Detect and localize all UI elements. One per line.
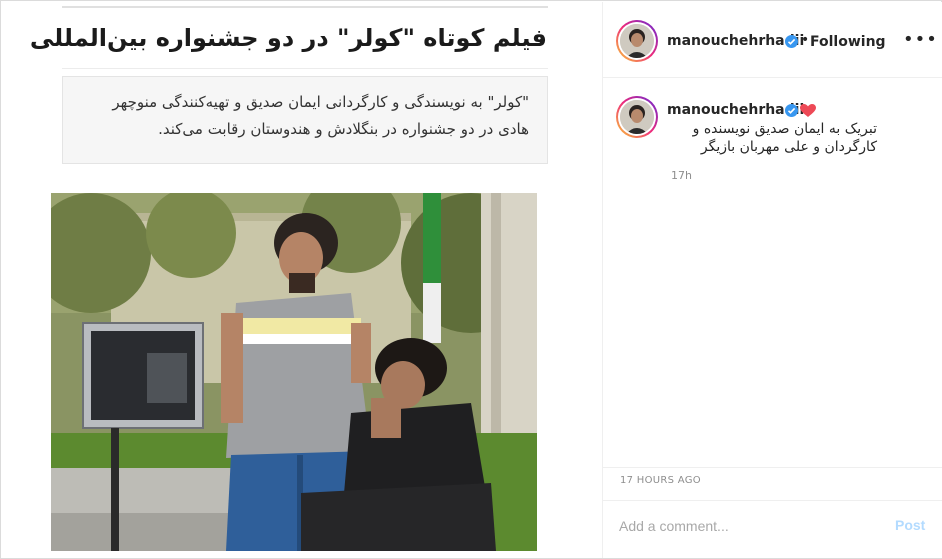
comment-text-line: کارگردان و علی مهربان بازیگر xyxy=(700,139,877,155)
comment-input[interactable] xyxy=(619,515,869,537)
post-media[interactable]: فیلم کوتاه "کولر" در دو جشنواره بین‌المل… xyxy=(2,2,602,558)
divider xyxy=(603,467,942,468)
post-button[interactable]: Post xyxy=(895,517,925,533)
following-button[interactable]: Following xyxy=(810,34,886,50)
divider xyxy=(62,68,548,69)
article-headline: فیلم کوتاه "کولر" در دو جشنواره بین‌المل… xyxy=(29,24,548,52)
comment-username-link[interactable]: manouchehrhadii xyxy=(667,102,804,118)
post-modal: فیلم کوتاه "کولر" در دو جشنواره بین‌المل… xyxy=(0,0,942,559)
verified-badge-icon xyxy=(785,104,798,117)
avatar-image xyxy=(620,24,654,58)
comment-text-line: تبریک به ایمان صدیق نویسنده و xyxy=(692,121,877,137)
article-lead-line: هادی در دو جشنواره در بنگلادش و هندوستان… xyxy=(158,120,529,138)
comment-timestamp[interactable]: 17h xyxy=(671,169,692,182)
article-lead-box: "کولر" به نویسندگی و کارگردانی ایمان صدی… xyxy=(62,76,548,164)
post-details-panel: manouchehrhadii • Following ••• manouche… xyxy=(602,2,942,558)
avatar[interactable] xyxy=(616,20,658,62)
photo-illustration xyxy=(51,193,537,551)
divider xyxy=(603,500,942,501)
comment-text: تبریک به ایمان صدیق نویسنده و کارگردان و… xyxy=(667,120,877,156)
article-lead-line: "کولر" به نویسندگی و کارگردانی ایمان صدی… xyxy=(112,93,529,111)
username-link[interactable]: manouchehrhadii xyxy=(667,33,804,49)
article-top-border xyxy=(62,2,548,8)
post-header: manouchehrhadii • Following ••• xyxy=(603,2,942,78)
separator-dot: • xyxy=(801,32,810,48)
post-timestamp[interactable]: 17 HOURS AGO xyxy=(620,475,701,486)
article-photo xyxy=(51,193,537,551)
more-options-icon[interactable]: ••• xyxy=(903,30,937,50)
verified-badge-icon xyxy=(785,35,798,48)
avatar-image xyxy=(620,100,654,134)
comment-avatar[interactable] xyxy=(616,96,658,138)
